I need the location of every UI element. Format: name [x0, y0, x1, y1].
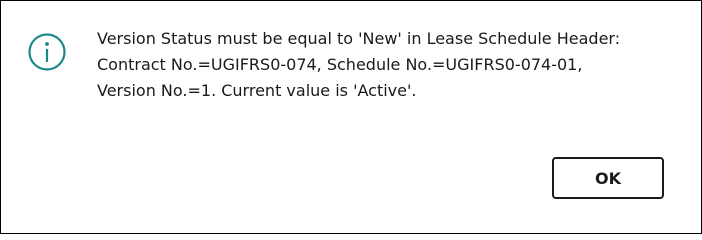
message-line-2: Contract No.=UGIFRS0-074, Schedule No.=U… [97, 55, 583, 74]
dialog-message: Version Status must be equal to 'New' in… [97, 26, 687, 104]
message-line-3: Version No.=1. Current value is 'Active'… [97, 81, 417, 100]
message-line-1: Version Status must be equal to 'New' in… [97, 29, 621, 48]
ok-button[interactable]: OK [552, 157, 664, 199]
info-circle-icon [27, 32, 67, 72]
message-dialog: Version Status must be equal to 'New' in… [0, 0, 702, 234]
